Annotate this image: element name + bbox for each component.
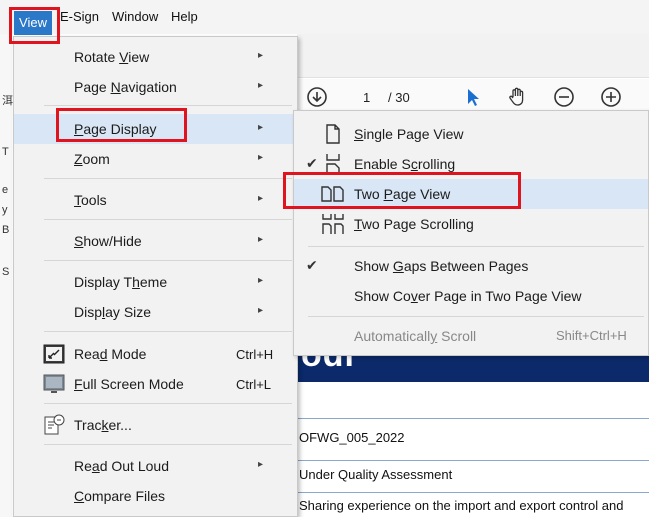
menu-shortcut: Ctrl+H [236, 347, 274, 362]
two-page-scrolling-icon [322, 214, 344, 234]
full-screen-icon [43, 374, 65, 393]
submenu-item-label: Two Page Scrolling [354, 216, 474, 232]
zoom-out-icon[interactable] [553, 86, 575, 108]
submenu-item-show-cover-page[interactable]: Show Cover Page in Two Page View [294, 281, 648, 311]
menu-item-label: Page Navigation [74, 79, 177, 95]
next-page-icon[interactable] [306, 86, 328, 108]
menu-item-label: Read Out Loud [74, 458, 169, 474]
menu-item-label: Full Screen Mode [74, 376, 184, 392]
menu-item-label: Compare Files [74, 488, 166, 504]
submenu-arrow-icon: ▸ [258, 152, 264, 163]
submenu-divider [308, 316, 644, 317]
left-strip-glyph: y [2, 204, 8, 216]
menu-item-page-navigation[interactable]: Page Navigation ▸ [14, 72, 297, 102]
submenu-item-show-gaps[interactable]: ✔ Show Gaps Between Pages [294, 251, 648, 281]
menu-divider [44, 260, 292, 261]
menu-item-full-screen-mode[interactable]: Full Screen Mode Ctrl+L [14, 369, 297, 399]
menu-esign[interactable]: E-Sign [60, 9, 99, 24]
page-display-submenu: Single Page View ✔ Enable Scrolling Two … [293, 110, 649, 356]
document-table-row: OFWG_005_2022 [297, 418, 649, 460]
menu-item-tracker[interactable]: Tracker... [14, 410, 297, 440]
tab-bar [297, 34, 649, 78]
submenu-item-label: Show Cover Page in Two Page View [354, 288, 582, 304]
menu-item-label: Show/Hide [74, 233, 142, 249]
submenu-arrow-icon: ▸ [258, 459, 264, 470]
submenu-arrow-icon: ▸ [258, 80, 264, 91]
submenu-arrow-icon: ▸ [258, 122, 264, 133]
menu-item-tools[interactable]: Tools ▸ [14, 185, 297, 215]
submenu-item-label: Automatically Scroll [354, 328, 477, 344]
menu-item-rotate-view[interactable]: Rotate View ▸ [14, 42, 297, 72]
menu-item-label: Display Theme [74, 274, 168, 290]
menu-help[interactable]: Help [171, 9, 198, 24]
menu-divider [44, 105, 292, 106]
menu-shortcut: Ctrl+L [236, 377, 272, 392]
submenu-arrow-icon: ▸ [258, 275, 264, 286]
submenu-item-single-page-view[interactable]: Single Page View [294, 119, 648, 149]
submenu-arrow-icon: ▸ [258, 234, 264, 245]
menu-item-label: Zoom [74, 151, 110, 167]
menu-item-label: Tracker... [74, 417, 132, 433]
menu-divider [44, 219, 292, 220]
check-icon: ✔ [306, 257, 318, 273]
submenu-item-label: Show Gaps Between Pages [354, 258, 529, 274]
zoom-in-icon[interactable] [600, 86, 622, 108]
submenu-item-two-page-scrolling[interactable]: Two Page Scrolling [294, 209, 648, 239]
page-total: / 30 [388, 90, 410, 105]
submenu-item-automatically-scroll: Automatically Scroll Shift+Ctrl+H [294, 321, 648, 351]
document-table-row: Sharing experience on the import and exp… [297, 492, 649, 517]
page-number-input[interactable]: 1 [363, 90, 370, 105]
submenu-arrow-icon: ▸ [258, 193, 264, 204]
menu-item-display-size[interactable]: Display Size ▸ [14, 297, 297, 327]
submenu-item-label: Single Page View [354, 126, 464, 142]
left-strip-glyph: T [2, 146, 9, 158]
tracker-icon [44, 414, 65, 435]
annotation-box-page-display [56, 108, 187, 142]
menu-item-label: Display Size [74, 304, 152, 320]
submenu-item-label: Enable Scrolling [354, 156, 456, 172]
menu-item-label: Tools [74, 192, 107, 208]
menu-item-display-theme[interactable]: Display Theme ▸ [14, 267, 297, 297]
menu-item-read-out-loud[interactable]: Read Out Loud ▸ [14, 451, 297, 481]
submenu-divider [308, 246, 644, 247]
submenu-shortcut: Shift+Ctrl+H [556, 328, 627, 343]
left-panel-strip: 洱 T e y B S [0, 34, 13, 517]
annotation-box-view [9, 7, 60, 44]
menu-item-read-mode[interactable]: Read Mode Ctrl+H [14, 339, 297, 369]
hand-tool-icon[interactable] [506, 86, 528, 108]
left-strip-glyph: e [2, 184, 9, 196]
annotation-box-two-page-view [283, 172, 521, 209]
menu-divider [44, 444, 292, 445]
submenu-arrow-icon: ▸ [258, 305, 264, 316]
menu-divider [44, 403, 292, 404]
left-strip-glyph: 洱 [2, 95, 13, 107]
menu-bar: View E-Sign Window Help [0, 0, 649, 35]
document-table-row: Under Quality Assessment [297, 460, 649, 490]
single-page-icon [326, 124, 340, 144]
left-strip-glyph: B [2, 224, 10, 236]
left-strip-glyph: S [2, 266, 10, 278]
menu-divider [44, 331, 292, 332]
menu-window[interactable]: Window [112, 9, 158, 24]
menu-item-label: Rotate View [74, 49, 150, 65]
check-icon: ✔ [306, 155, 318, 171]
select-cursor-icon[interactable] [462, 86, 484, 108]
submenu-arrow-icon: ▸ [258, 50, 264, 61]
menu-item-zoom[interactable]: Zoom ▸ [14, 144, 297, 174]
menu-item-compare-files[interactable]: Compare Files [14, 481, 297, 511]
menu-divider [44, 178, 292, 179]
menu-item-label: Read Mode [74, 346, 147, 362]
menu-item-show-hide[interactable]: Show/Hide ▸ [14, 226, 297, 256]
read-mode-icon [43, 344, 65, 364]
